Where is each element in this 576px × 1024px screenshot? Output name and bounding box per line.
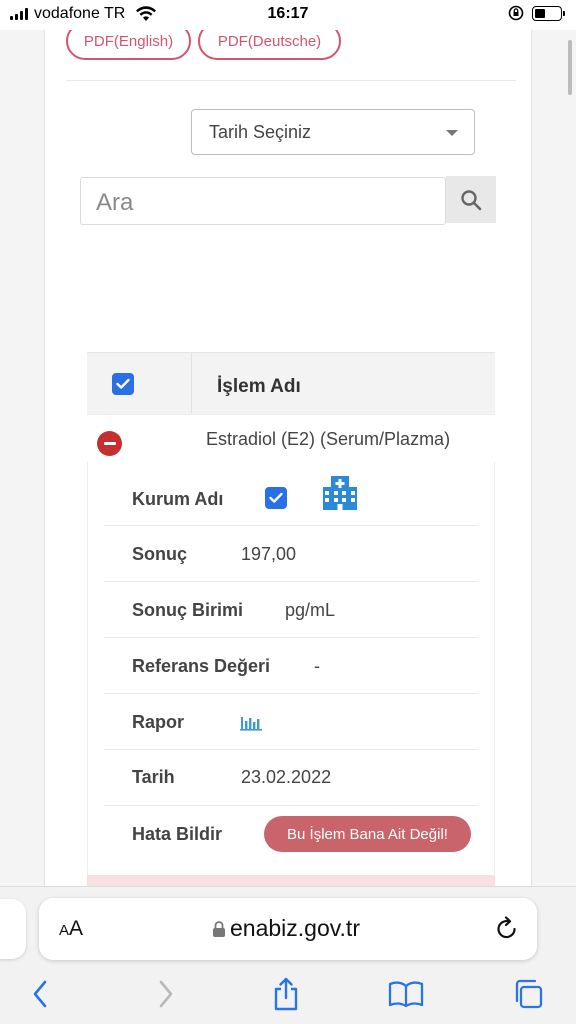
orientation-lock-icon bbox=[508, 5, 524, 21]
forward-button[interactable] bbox=[146, 977, 186, 1011]
status-right bbox=[508, 5, 565, 21]
institution-checkbox[interactable] bbox=[265, 487, 287, 509]
date-label: Tarih bbox=[132, 767, 175, 787]
bookmarks-button[interactable] bbox=[386, 977, 426, 1011]
detail-row-result: Sonuç 197,00 bbox=[104, 526, 478, 582]
row-name: Estradiol (E2) (Serum/Plazma) bbox=[206, 429, 451, 449]
bar-chart-icon[interactable] bbox=[240, 713, 262, 731]
date-select-label: Tarih Seçiniz bbox=[209, 122, 312, 142]
search-button[interactable] bbox=[446, 176, 496, 223]
book-icon bbox=[388, 981, 424, 1008]
report-label: Rapor bbox=[132, 712, 185, 732]
result-value: 197,00 bbox=[241, 544, 297, 564]
status-bar: vodafone TR 16:17 bbox=[0, 0, 576, 30]
table-header: İşlem Adı bbox=[87, 352, 495, 463]
clock: 16:17 bbox=[267, 5, 309, 22]
battery-icon bbox=[532, 5, 565, 21]
divider bbox=[66, 80, 516, 81]
institution-label: Kurum Adı bbox=[132, 489, 224, 509]
browser-toolbar: AA enabiz.gov.tr bbox=[0, 886, 576, 1024]
check-icon bbox=[269, 492, 283, 503]
caret-down-icon bbox=[446, 130, 458, 136]
scroll-indicator bbox=[568, 40, 572, 95]
report-error-label: Hata Bildir bbox=[132, 824, 223, 844]
check-icon bbox=[116, 378, 130, 389]
reference-value: - bbox=[314, 656, 320, 676]
url-text: enabiz.gov.tr bbox=[230, 915, 360, 941]
url-display[interactable]: enabiz.gov.tr bbox=[212, 915, 360, 942]
previous-tab-preview[interactable] bbox=[0, 899, 26, 959]
address-bar[interactable]: AA enabiz.gov.tr bbox=[39, 898, 537, 960]
aa-large-label: A bbox=[69, 917, 84, 940]
date-select[interactable]: Tarih Seçiniz bbox=[191, 109, 475, 155]
lock-icon bbox=[213, 920, 225, 937]
chevron-right-icon bbox=[159, 980, 173, 1008]
detail-row-reference: Referans Değeri - bbox=[104, 638, 478, 694]
detail-row-unit: Sonuç Birimi pg/mL bbox=[104, 582, 478, 638]
search-placeholder: Ara bbox=[96, 189, 134, 216]
tabs-icon bbox=[515, 979, 543, 1009]
search-icon bbox=[461, 189, 482, 210]
minus-icon bbox=[103, 442, 116, 445]
detail-row-date: Tarih 23.02.2022 bbox=[104, 750, 478, 806]
detail-row-institution: Kurum Adı bbox=[104, 470, 478, 526]
chevron-left-icon bbox=[33, 980, 47, 1008]
not-my-record-button[interactable]: Bu İşlem Bana Ait Değil! bbox=[264, 816, 471, 852]
unit-value: pg/mL bbox=[285, 600, 336, 620]
result-label: Sonuç bbox=[132, 544, 188, 564]
column-header-islem-adi: İşlem Adı bbox=[217, 376, 301, 397]
page: vodafone TR 16:17 PDF(English) PDF(Deuts… bbox=[0, 0, 576, 1024]
collapse-row-button[interactable] bbox=[97, 431, 122, 456]
date-value: 23.02.2022 bbox=[241, 767, 332, 787]
row-details: Kurum Adı Sonuç 197,00 Sonuç Birimi pg/m… bbox=[87, 462, 495, 882]
back-button[interactable] bbox=[20, 977, 60, 1011]
aa-small-label: A bbox=[59, 922, 70, 939]
share-button[interactable] bbox=[266, 977, 306, 1011]
detail-row-report: Rapor bbox=[104, 694, 478, 750]
share-icon bbox=[274, 977, 298, 1011]
reference-label: Referans Değeri bbox=[132, 656, 271, 676]
text-size-button[interactable]: AA bbox=[59, 917, 83, 941]
unit-label: Sonuç Birimi bbox=[132, 600, 244, 620]
select-all-checkbox[interactable] bbox=[112, 373, 134, 395]
search-input[interactable]: Ara bbox=[80, 177, 446, 225]
table-row[interactable]: Estradiol (E2) (Serum/Plazma) bbox=[87, 414, 495, 462]
reload-icon[interactable] bbox=[495, 915, 519, 941]
tabs-button[interactable] bbox=[508, 977, 548, 1011]
hospital-icon[interactable] bbox=[321, 473, 359, 511]
